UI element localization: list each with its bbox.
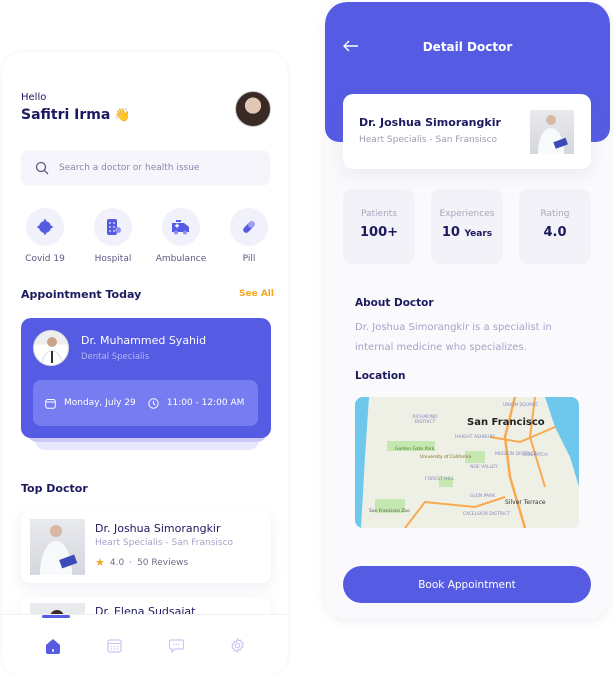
stat-value: 100+ — [343, 225, 415, 240]
stat-experience: Experiences 10 Years — [431, 189, 503, 264]
location-title: Location — [355, 370, 406, 382]
category-ambulance[interactable]: Ambulance — [148, 208, 214, 264]
wave-icon: 👋 — [114, 108, 131, 123]
stat-label: Patients — [360, 209, 398, 219]
active-tab-indicator — [42, 615, 70, 618]
map-label: Silver Terrace — [505, 499, 546, 506]
calendar-icon[interactable] — [107, 638, 122, 653]
category-label: Hospital — [94, 254, 132, 264]
appointment-specialty: Dental Specialis — [81, 352, 150, 362]
appointment-schedule: Monday, July 29 11:00 - 12:00 AM — [33, 380, 258, 426]
map-label: RICHMOND DISTRICT — [412, 415, 438, 425]
doctor-stats: Patients 100+ Experiences 10 Years Ratin… — [343, 189, 591, 264]
doctor-photo — [530, 110, 574, 154]
search-input[interactable]: Search a doctor or health issue — [21, 150, 270, 186]
calendar-icon — [45, 398, 56, 409]
appointment-doctor-name: Dr. Muhammed Syahid — [81, 334, 207, 347]
doctor-name: Dr. Joshua Simorangkir — [359, 116, 501, 129]
category-pill[interactable]: Pill — [216, 208, 282, 264]
user-name-text: Safitri Irma — [21, 107, 111, 123]
detail-screen: Detail Doctor Dr. Joshua Simorangkir Hea… — [325, 2, 610, 619]
stat-label: Rating — [540, 209, 570, 219]
chat-icon[interactable] — [168, 638, 184, 653]
stat-value: 10 Years — [431, 225, 503, 240]
search-placeholder: Search a doctor or health issue — [59, 163, 200, 173]
stat-value: 4.0 — [519, 225, 591, 240]
doctor-specialty: Heart Specialis - San Fransisco — [359, 135, 498, 145]
separator: · — [129, 557, 133, 568]
pill-icon — [230, 208, 268, 246]
search-icon — [35, 161, 49, 175]
hospital-icon — [94, 208, 132, 246]
map-label: Golden Gate Park — [395, 447, 435, 452]
doctor-info-card: Dr. Joshua Simorangkir Heart Specialis -… — [343, 94, 591, 169]
doctor-rating: ★ 4.0 · 50 Reviews — [95, 556, 188, 569]
map-label: GLEN PARK — [470, 494, 496, 499]
rating-value: 4.0 — [109, 557, 125, 568]
category-hospital[interactable]: Hospital — [80, 208, 146, 264]
appointment-section-title: Appointment Today — [21, 288, 142, 301]
appointment-time: 11:00 - 12:00 AM — [166, 398, 245, 408]
ambulance-icon — [162, 208, 200, 246]
category-label: Covid 19 — [25, 254, 65, 264]
appointment-date: Monday, July 29 — [64, 398, 136, 408]
see-all-link[interactable]: See All — [239, 289, 274, 299]
map-label: University of California — [420, 455, 472, 460]
map-label: EXCELSIOR DISTRICT — [463, 512, 511, 517]
doctor-name: Dr. Joshua Simorangkir — [95, 522, 221, 535]
category-label: Pill — [242, 254, 256, 264]
user-avatar[interactable] — [235, 91, 271, 127]
greeting: Hello — [21, 92, 47, 103]
stat-unit: Years — [464, 229, 493, 239]
appointment-card[interactable]: Dr. Muhammed Syahid Dental Specialis Mon… — [21, 318, 271, 438]
stat-patients: Patients 100+ — [343, 189, 415, 264]
map-label: FOREST HILL — [425, 477, 454, 482]
page-title: Detail Doctor — [422, 40, 513, 54]
doctor-avatar — [33, 330, 69, 366]
bottom-nav — [2, 614, 288, 676]
stat-number: 10 — [441, 225, 460, 240]
map-label: UNION SQUARE — [503, 403, 539, 408]
map-label: HAIGHT ASHBURY — [455, 435, 496, 440]
user-name: Safitri Irma 👋 — [21, 107, 131, 123]
category-label: Ambulance — [155, 254, 207, 264]
map-label-city: San Francisco — [467, 417, 545, 428]
map-label: DOGPATCH — [523, 453, 548, 458]
map-label: San Francisco Zoo — [369, 509, 410, 514]
review-count: 50 Reviews — [137, 557, 189, 568]
clock-icon — [148, 397, 159, 409]
location-map[interactable]: San Francisco RICHMOND DISTRICT HAIGHT A… — [355, 397, 579, 528]
top-doctor-title: Top Doctor — [21, 482, 88, 495]
doctor-specialty: Heart Specialis - San Fransisco — [95, 538, 234, 548]
home-icon[interactable] — [45, 638, 61, 654]
home-screen: Hello Safitri Irma 👋 Search a doctor or h… — [2, 52, 288, 676]
map-label: NOE VALLEY — [470, 465, 498, 470]
star-icon: ★ — [95, 556, 105, 569]
virus-icon — [26, 208, 64, 246]
stat-rating: Rating 4.0 — [519, 189, 591, 264]
book-appointment-button[interactable]: Book Appointment — [343, 566, 591, 603]
stat-number: 100+ — [359, 225, 399, 240]
doctor-photo — [30, 519, 85, 575]
stat-number: 4.0 — [543, 225, 567, 240]
about-text: Dr. Joshua Simorangkir is a specialist i… — [355, 322, 552, 353]
category-covid[interactable]: Covid 19 — [12, 208, 78, 264]
settings-icon[interactable] — [230, 638, 245, 653]
about-title: About Doctor — [355, 297, 434, 309]
stat-label: Experiences — [439, 209, 495, 219]
doctor-list-item[interactable]: Dr. Joshua Simorangkir Heart Specialis -… — [21, 511, 271, 583]
category-list: Covid 19 Hospital Ambulance Pill — [12, 208, 282, 264]
